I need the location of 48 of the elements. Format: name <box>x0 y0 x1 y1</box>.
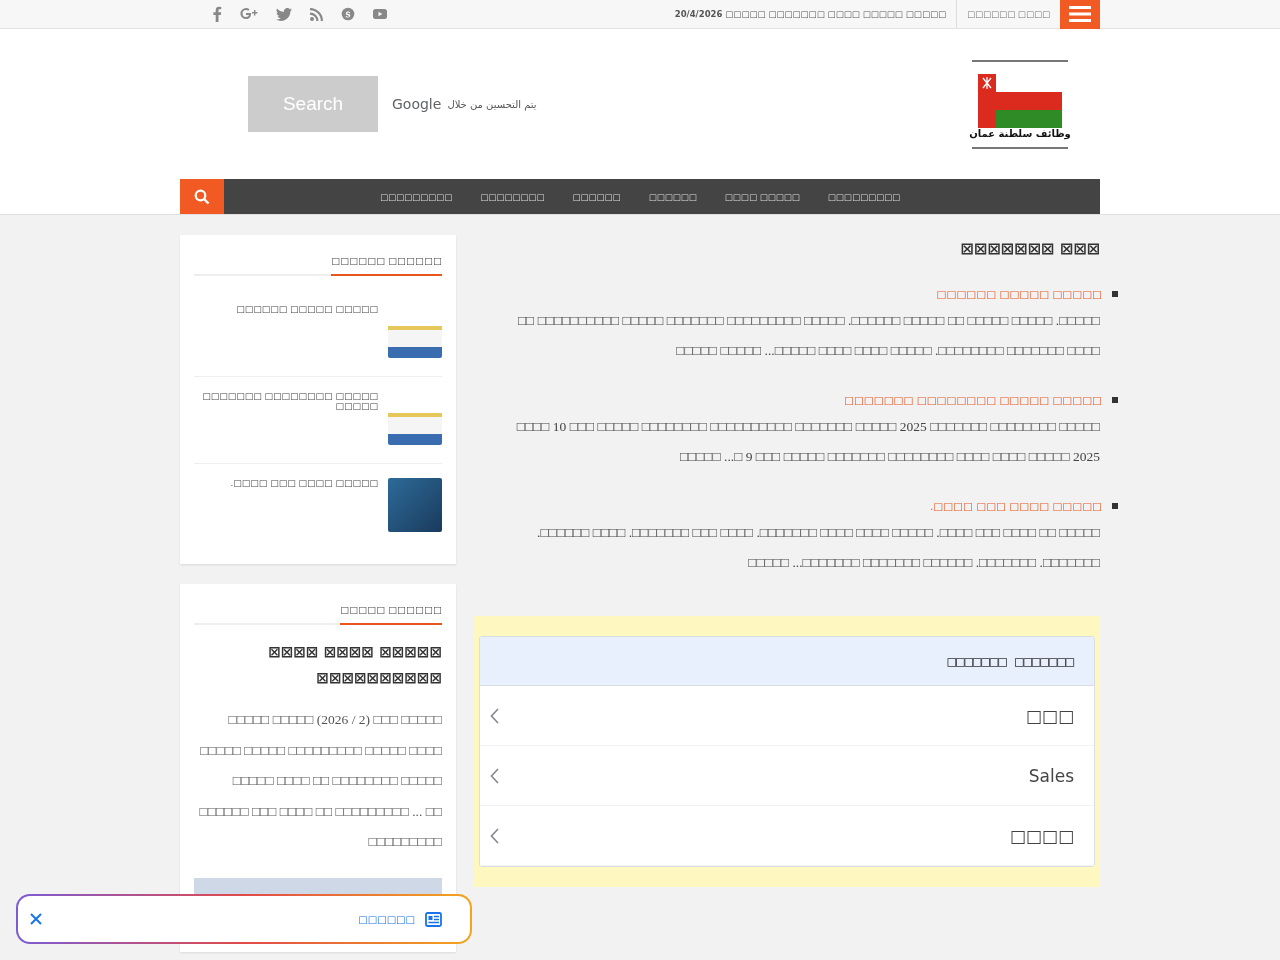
chevron-left-icon <box>490 707 499 724</box>
close-icon <box>30 913 42 925</box>
newspaper-icon <box>425 911 442 927</box>
site-logo[interactable]: وظائف سلطنة عمان <box>972 59 1068 149</box>
youtube-icon[interactable] <box>373 9 387 19</box>
accordion-title: □□□□□□□ □□□□□□□ <box>947 653 1074 669</box>
nav-link[interactable]: □□□□□□□□ <box>480 191 545 202</box>
post-excerpt: □□ □□□□□□□□□□ □□□□□ □□□□□□□ □□□□□□□□□ □□□□□ .□□□□□□ □□□□□ □□ □□□□□ □□□□□ .□□□□□ □□□□□ □□□□□ ...□□□□□ □□□□ □□□□ □□□□□ .□□□□□□□□ □□□□□□□ □□□□ <box>516 312 1100 360</box>
menu-icon <box>1069 5 1091 23</box>
photo-placeholder[interactable] <box>388 478 442 532</box>
post-excerpt: □□□□□ □□□□□ (2026 / 2) □□□ □□□□□ □□□□□ □□□□□ □□□□□□□□□ □□□□□ □□□□ □□□□□ □□□□ □□ □□□□□□□□ □□□□□ □□□□□□ □□□ □□□□ □□ □□□□□□□□□ ... □□ □□□□□□□□□ <box>198 711 442 851</box>
bullet-icon <box>1112 291 1118 297</box>
nav-link[interactable]: □□□□ □□□□□ <box>724 191 800 202</box>
featured-post-title[interactable]: ⊠⊠⊠⊠ ⊠⊠⊠⊠ ⊠⊠⊠⊠⊠ ⊠⊠⊠⊠⊠⊠⊠⊠⊠⊠ <box>194 639 442 691</box>
search-button[interactable] <box>180 179 224 214</box>
bullet-icon <box>1112 397 1118 403</box>
bullet-icon <box>1112 503 1118 509</box>
google-brand: Google <box>392 96 442 112</box>
nav-link[interactable]: □□□□□□ <box>572 191 621 202</box>
post-link[interactable]: □□□□□□□ □□□□□□□□ □□□□□ □□□□□ <box>194 391 378 445</box>
flag-icon <box>978 73 1062 128</box>
facebook-icon[interactable] <box>212 6 222 22</box>
page-title: ⊠⊠⊠⊠⊠⊠⊠ ⊠⊠⊠ <box>959 239 1100 258</box>
logo-text: وظائف سلطنة عمان <box>969 127 1071 139</box>
chevron-left-icon <box>490 767 499 784</box>
skype-icon[interactable] <box>341 7 355 21</box>
post-link[interactable]: □□□□□□ □□□□□ □□□□□ <box>236 304 378 358</box>
accordion-row[interactable]: Sales <box>480 746 1094 806</box>
close-button[interactable] <box>30 913 42 925</box>
nav-link[interactable]: □□□□□□□□□ <box>379 191 453 202</box>
menu-button[interactable] <box>1060 0 1100 29</box>
powered-by-text: يتم التحسين من خلال <box>447 98 537 110</box>
twitter-bird-icon[interactable] <box>276 7 292 21</box>
news-link[interactable]: □□□□□□ <box>358 913 415 925</box>
rss-icon[interactable] <box>310 7 323 21</box>
google-plus-icon[interactable] <box>240 7 258 21</box>
nav-link[interactable]: □□□□□□ <box>648 191 697 202</box>
nav-link[interactable]: □□□□□□□□□ <box>827 191 901 202</box>
post-link[interactable]: .□□□□ □□□ □□□□ □□□□□ <box>230 478 378 532</box>
section-heading: □□□□□ □□□□□□ <box>340 598 442 625</box>
accordion-row[interactable]: □□□ <box>480 686 1094 746</box>
accordion-row[interactable]: □□□□ <box>480 806 1094 866</box>
post-excerpt: .□□□□□□ □□□□ .□□□□□□□ □□□ □□□□ .□□□□□□□ □□□□ □□□□ □□□□□ .□□□□ □□□ □□□□ □□ □□□□□ □□□□□ ...□□□□□□□ □□□□□□□ □□□□□□ .□□□□□□□ .□□□□□□□ <box>536 524 1100 572</box>
date-line: 20/4/2026 □□□□□ □□□□□□□ □□□□ □□□□□ □□□□□ <box>674 9 947 19</box>
section-heading: □□□□□□ □□□□□□ <box>331 249 442 276</box>
post-excerpt: □□□□ 10 □□□ □□□□□ □□□□□□□□ □□□□□□□□□□ □□□□□□□ □□□□□ 2025 □□□□□□□ □□□□□□□□ □□□□□ □□□□□ ...□ 9 □□□ □□□□□ □□□□□□□ □□□□□□□□ □□□□ □□□□ □□□□□ 2025 <box>515 418 1100 466</box>
search-icon <box>194 188 210 205</box>
chevron-left-icon <box>490 827 499 844</box>
